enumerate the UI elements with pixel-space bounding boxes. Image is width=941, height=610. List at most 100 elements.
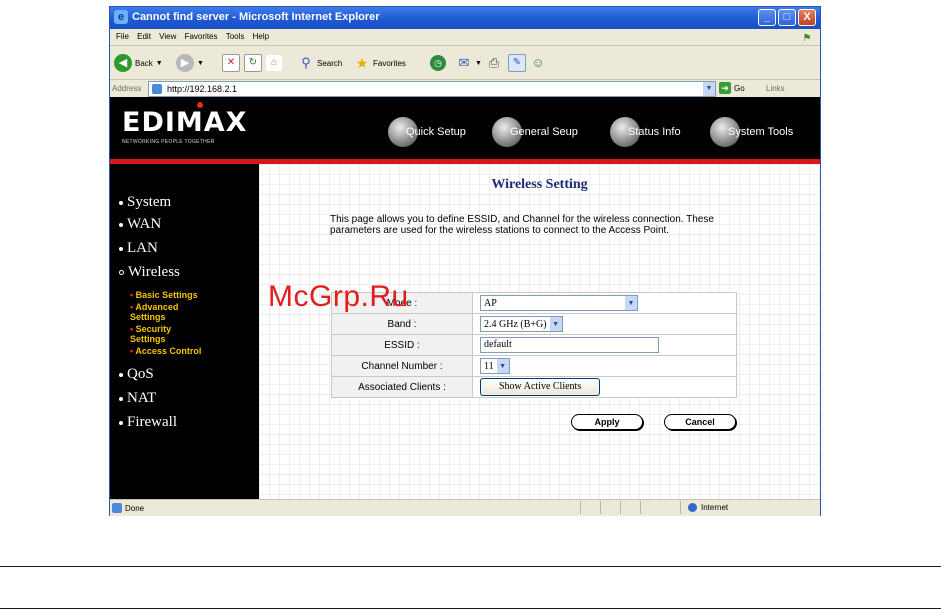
cancel-button[interactable]: Cancel <box>664 414 736 430</box>
mail-dropdown-icon[interactable]: ▼ <box>475 60 482 67</box>
bullet-icon <box>119 396 123 401</box>
history-button[interactable]: ◷ <box>430 53 446 73</box>
router-banner: EDIMAX NETWORKING PEOPLE TOGETHER Quick … <box>110 97 820 159</box>
clients-label: Associated Clients : <box>331 376 473 398</box>
sidebar-sub-access-control[interactable]: • Access Control <box>130 346 240 356</box>
band-label: Band : <box>331 313 473 335</box>
address-url: http://192.168.2.1 <box>167 84 238 94</box>
sidebar-item-lan[interactable]: LAN <box>119 240 158 257</box>
table-row: Channel Number : 11 ▼ <box>331 355 737 377</box>
toolbar: ◀ Back ▼ ▶ ▼ ✕ ↻ ⌂ ⚲ Search ★ Favorites … <box>110 45 820 80</box>
logo-tagline: NETWORKING PEOPLE TOGETHER <box>122 139 215 145</box>
address-dropdown-icon[interactable]: ▼ <box>703 82 715 96</box>
minimize-button[interactable]: _ <box>758 9 776 26</box>
links-button[interactable]: Links <box>766 84 785 93</box>
sidebar-item-wan[interactable]: WAN <box>119 216 161 233</box>
table-row: Associated Clients : Show Active Clients <box>331 376 737 398</box>
edit-icon: ✎ <box>508 54 526 72</box>
table-row: Band : 2.4 GHz (B+G) ▼ <box>331 313 737 335</box>
sidebar-item-nat[interactable]: NAT <box>119 390 156 407</box>
essid-label: ESSID : <box>331 334 473 356</box>
sidebar-sub-security-settings[interactable]: • Security Settings <box>130 324 200 344</box>
mode-select[interactable]: AP ▼ <box>480 295 638 311</box>
refresh-icon: ↻ <box>244 54 262 72</box>
sidebar-item-qos[interactable]: QoS <box>119 366 154 383</box>
forward-dropdown-icon[interactable]: ▼ <box>197 60 204 67</box>
search-button[interactable]: ⚲ Search <box>298 53 342 73</box>
edimax-logo: EDIMAX <box>122 107 248 138</box>
apply-button[interactable]: Apply <box>571 414 643 430</box>
page-icon <box>152 84 162 94</box>
mail-icon: ✉ <box>458 55 470 70</box>
sidebar-item-wireless[interactable]: Wireless <box>119 264 180 281</box>
menu-file[interactable]: File <box>116 32 129 41</box>
page-content: EDIMAX NETWORKING PEOPLE TOGETHER Quick … <box>110 97 820 499</box>
maximize-button[interactable]: □ <box>778 9 796 26</box>
back-dropdown-icon[interactable]: ▼ <box>156 60 163 67</box>
page-title: Wireless Setting <box>491 177 588 192</box>
status-text: Done <box>112 503 144 513</box>
forward-arrow-icon: ▶ <box>176 54 194 72</box>
go-button[interactable]: ➜ Go <box>719 82 745 94</box>
forward-button[interactable]: ▶ ▼ <box>176 53 204 73</box>
bullet-icon <box>119 420 123 425</box>
stop-button[interactable]: ✕ <box>222 53 240 73</box>
sidebar-item-system[interactable]: System <box>119 194 171 211</box>
security-zone: Internet <box>688 503 728 512</box>
menu-view[interactable]: View <box>159 32 176 41</box>
nav-system-tools[interactable]: System Tools <box>710 115 793 149</box>
main-panel: Wireless Setting This page allows you to… <box>259 164 820 499</box>
band-select[interactable]: 2.4 GHz (B+G) ▼ <box>480 316 563 332</box>
menu-favorites[interactable]: Favorites <box>185 32 218 41</box>
menu-tools[interactable]: Tools <box>226 32 245 41</box>
page-rule-bottom <box>0 608 941 609</box>
channel-label: Channel Number : <box>331 355 473 377</box>
stop-icon: ✕ <box>222 54 240 72</box>
nav-status-info[interactable]: Status Info <box>610 115 681 149</box>
bullet-icon <box>119 372 123 377</box>
page-rule-top <box>0 566 941 567</box>
menu-bar: File Edit View Favorites Tools Help ⚑ <box>110 29 820 47</box>
chevron-down-icon: ▼ <box>549 317 562 331</box>
channel-select[interactable]: 11 ▼ <box>480 358 510 374</box>
sidebar-sub-advanced-settings[interactable]: • Advanced Settings <box>130 302 200 322</box>
print-button[interactable]: ⎙ <box>486 53 502 73</box>
status-bar: Done Internet <box>110 499 820 516</box>
page-icon <box>112 503 122 513</box>
address-input[interactable]: http://192.168.2.1 ▼ <box>148 81 716 97</box>
nav-general-setup[interactable]: General Seup <box>492 115 578 149</box>
menu-edit[interactable]: Edit <box>137 32 151 41</box>
essid-input[interactable]: default <box>480 337 659 353</box>
search-icon: ⚲ <box>301 55 311 70</box>
sidebar: System WAN LAN Wireless • Basic Settings… <box>110 164 259 499</box>
window-title: Cannot find server - Microsoft Internet … <box>132 11 380 23</box>
expanded-bullet-icon <box>119 270 124 275</box>
watermark: McGrp.Ru <box>268 280 409 313</box>
back-button[interactable]: ◀ Back ▼ <box>114 53 163 73</box>
go-arrow-icon: ➜ <box>719 82 731 94</box>
menu-help[interactable]: Help <box>253 32 269 41</box>
refresh-button[interactable]: ↻ <box>244 53 262 73</box>
show-active-clients-button[interactable]: Show Active Clients <box>480 378 601 396</box>
sidebar-sub-basic-settings[interactable]: • Basic Settings <box>130 290 240 300</box>
ie-logo-icon: e <box>114 10 128 24</box>
chevron-down-icon: ▼ <box>496 359 509 373</box>
browser-window: e Cannot find server - Microsoft Interne… <box>109 6 821 516</box>
home-button[interactable]: ⌂ <box>266 53 282 73</box>
close-button[interactable]: X <box>798 9 816 26</box>
messenger-icon: ☺ <box>531 55 545 70</box>
page-description: This page allows you to define ESSID, an… <box>330 214 714 236</box>
sidebar-item-firewall[interactable]: Firewall <box>119 414 177 431</box>
mail-button[interactable]: ✉ ▼ <box>456 53 482 73</box>
home-icon: ⌂ <box>266 55 282 71</box>
address-label: Address <box>112 84 142 93</box>
back-arrow-icon: ◀ <box>114 54 132 72</box>
bullet-icon <box>119 222 123 227</box>
nav-quick-setup[interactable]: Quick Setup <box>388 115 466 149</box>
messenger-button[interactable]: ☺ <box>530 53 546 73</box>
edit-button[interactable]: ✎ <box>508 53 526 73</box>
print-icon: ⎙ <box>488 55 500 70</box>
favorites-button[interactable]: ★ Favorites <box>354 53 406 73</box>
title-bar[interactable]: e Cannot find server - Microsoft Interne… <box>110 7 820 29</box>
bullet-icon <box>119 200 123 205</box>
